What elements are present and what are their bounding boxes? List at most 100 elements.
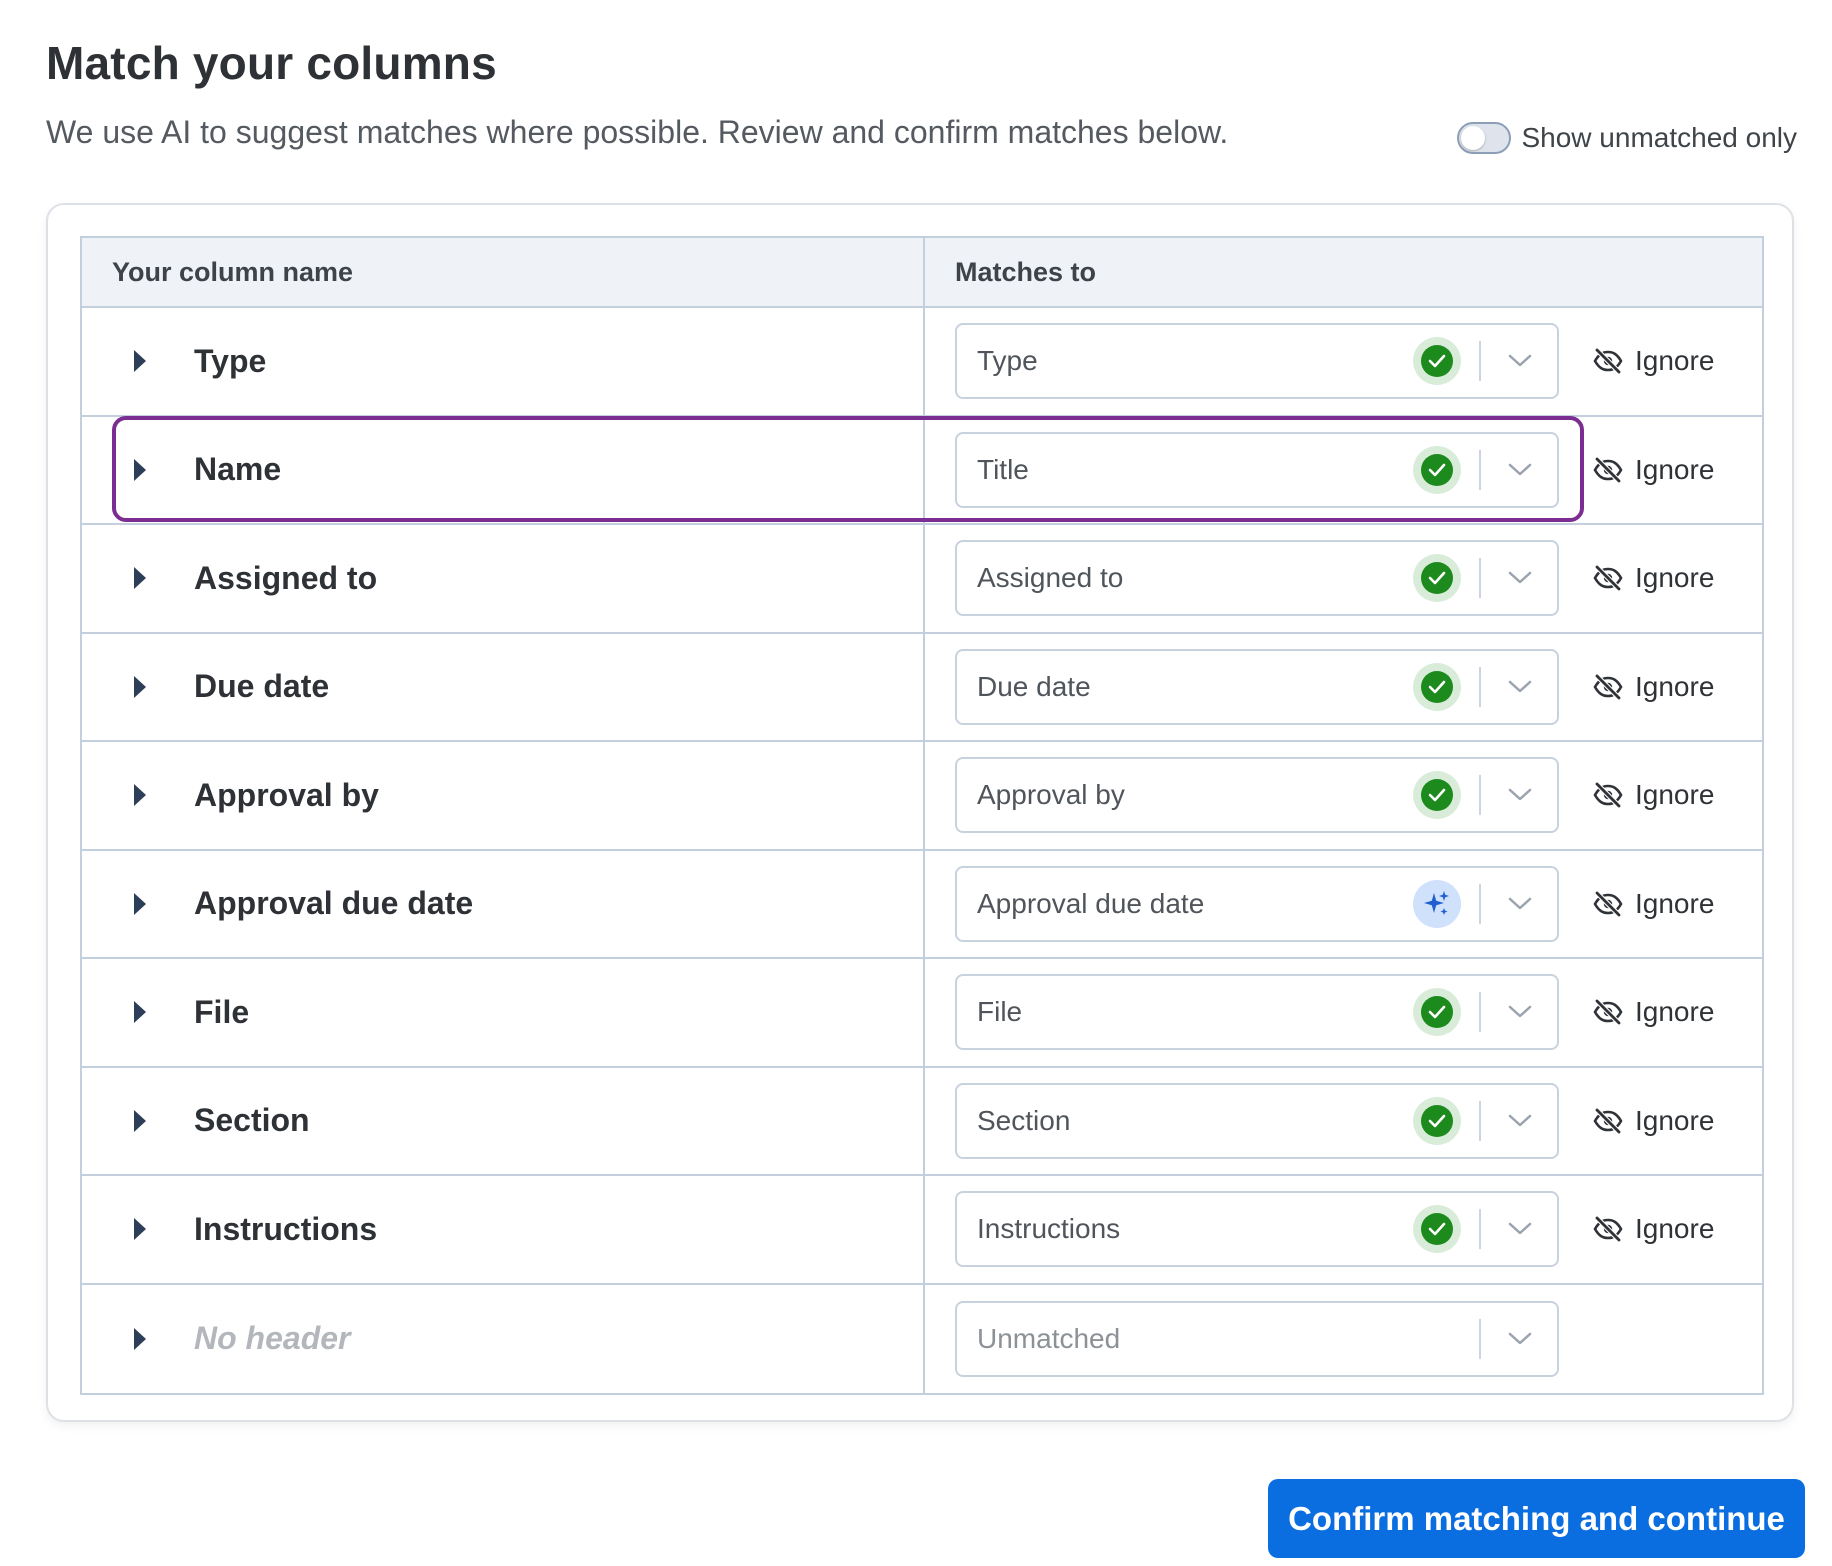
column-name: Section — [194, 1102, 310, 1139]
ignore-button[interactable]: Ignore — [1593, 562, 1714, 594]
eye-slash-icon — [1593, 456, 1623, 483]
match-cell: Type Ignore — [925, 308, 1762, 415]
match-select-value: Unmatched — [977, 1322, 1121, 1354]
match-select[interactable]: File — [955, 974, 1559, 1051]
chevron-down-icon[interactable] — [1505, 568, 1535, 588]
chevron-down-icon[interactable] — [1505, 677, 1535, 697]
column-name: Instructions — [194, 1210, 378, 1247]
match-select[interactable]: Unmatched — [955, 1300, 1559, 1377]
caret-right-icon[interactable] — [134, 675, 146, 698]
match-select[interactable]: Approval by — [955, 757, 1559, 834]
match-cell: Approval by Ignore — [925, 742, 1762, 849]
column-name-cell: Section — [82, 1067, 925, 1174]
select-divider — [1479, 666, 1481, 707]
table-row-2: Name Title Ignore — [82, 416, 1762, 525]
toggle-switch[interactable] — [1457, 122, 1512, 154]
match-cell: Assigned to Ignore — [925, 525, 1762, 632]
caret-right-icon[interactable] — [134, 1327, 146, 1350]
caret-right-icon[interactable] — [134, 1218, 146, 1241]
caret-right-icon[interactable] — [134, 458, 146, 481]
ignore-button[interactable]: Ignore — [1593, 671, 1714, 703]
caret-right-icon[interactable] — [134, 1001, 146, 1024]
chevron-down-icon[interactable] — [1505, 1219, 1535, 1239]
header-matches-to: Matches to — [955, 256, 1097, 287]
caret-right-icon[interactable] — [134, 1109, 146, 1132]
column-name-cell: Name — [82, 416, 925, 523]
match-select[interactable]: Assigned to — [955, 540, 1559, 617]
match-cell: Instructions Ignore — [925, 1176, 1762, 1283]
caret-right-icon[interactable] — [134, 784, 146, 807]
check-circle-icon — [1413, 445, 1461, 494]
ignore-label: Ignore — [1635, 996, 1715, 1028]
ignore-button[interactable]: Ignore — [1593, 345, 1714, 377]
check-circle-icon — [1413, 771, 1461, 820]
ignore-label: Ignore — [1635, 670, 1715, 702]
check-circle-icon — [1413, 1096, 1461, 1145]
eye-slash-icon — [1593, 565, 1623, 592]
table-header: Your column name Matches to — [82, 238, 1762, 308]
chevron-down-icon[interactable] — [1505, 351, 1535, 371]
match-select-value: Section — [977, 1104, 1071, 1136]
match-select[interactable]: Section — [955, 1082, 1559, 1159]
match-select-value: Due date — [977, 670, 1091, 702]
match-select-value: Approval by — [977, 779, 1125, 811]
table-row-7: File File Ignore — [82, 959, 1762, 1068]
column-name-cell: Approval by — [82, 742, 925, 849]
column-name-cell: Instructions — [82, 1176, 925, 1283]
match-select[interactable]: Approval due date — [955, 865, 1559, 942]
match-select-value: Instructions — [977, 1213, 1121, 1245]
match-select[interactable]: Title — [955, 431, 1559, 508]
select-divider — [1479, 775, 1481, 816]
chevron-down-icon[interactable] — [1505, 894, 1535, 914]
column-name-cell: Due date — [82, 633, 925, 740]
select-divider — [1479, 341, 1481, 382]
eye-slash-icon — [1593, 1107, 1623, 1134]
check-circle-icon — [1413, 662, 1461, 711]
match-cell: Section Ignore — [925, 1068, 1762, 1175]
caret-right-icon[interactable] — [134, 567, 146, 590]
eye-slash-icon — [1593, 782, 1623, 809]
table-body: Type Type Ignore Name Title Ignore Assig… — [82, 308, 1762, 1393]
toggle-knob — [1461, 126, 1486, 150]
match-select-value: File — [977, 996, 1023, 1028]
header-your-column-name: Your column name — [82, 238, 925, 306]
ignore-button[interactable]: Ignore — [1593, 1105, 1714, 1137]
ignore-button[interactable]: Ignore — [1593, 779, 1714, 811]
chevron-down-icon[interactable] — [1505, 1002, 1535, 1022]
chevron-down-icon[interactable] — [1505, 1111, 1535, 1131]
ignore-label: Ignore — [1635, 1213, 1715, 1245]
match-cell: Title Ignore — [925, 417, 1762, 524]
check-circle-icon — [1413, 554, 1461, 603]
ignore-button[interactable]: Ignore — [1593, 1213, 1714, 1245]
chevron-down-icon[interactable] — [1505, 460, 1535, 480]
column-name: Approval due date — [194, 885, 474, 922]
column-name: File — [194, 993, 250, 1030]
column-name: Approval by — [194, 776, 379, 813]
caret-right-icon[interactable] — [134, 892, 146, 915]
column-name-cell: Type — [82, 308, 925, 415]
ignore-label: Ignore — [1635, 345, 1715, 377]
confirm-matching-button[interactable]: Confirm matching and continue — [1268, 1479, 1805, 1558]
show-unmatched-toggle[interactable]: Show unmatched only — [1457, 122, 1797, 154]
ignore-button[interactable]: Ignore — [1593, 888, 1714, 920]
eye-slash-icon — [1593, 999, 1623, 1026]
column-name: Name — [194, 451, 282, 488]
check-circle-icon — [1413, 337, 1461, 386]
table-row-1: Type Type Ignore — [82, 308, 1762, 417]
column-matching-table: Your column name Matches to Type Type Ig… — [80, 236, 1764, 1395]
eye-slash-icon — [1593, 890, 1623, 917]
select-divider — [1479, 558, 1481, 599]
chevron-down-icon[interactable] — [1505, 1329, 1535, 1349]
chevron-down-icon[interactable] — [1505, 785, 1535, 805]
eye-slash-icon — [1593, 348, 1623, 375]
caret-right-icon[interactable] — [134, 350, 146, 373]
match-select[interactable]: Type — [955, 323, 1559, 400]
ignore-button[interactable]: Ignore — [1593, 454, 1714, 486]
table-row-6: Approval due date Approval due date Igno… — [82, 850, 1762, 959]
ignore-button[interactable]: Ignore — [1593, 996, 1714, 1028]
match-select[interactable]: Due date — [955, 648, 1559, 725]
match-select[interactable]: Instructions — [955, 1191, 1559, 1268]
table-row-3: Assigned to Assigned to Ignore — [82, 525, 1762, 634]
match-select-value: Approval due date — [977, 887, 1205, 919]
table-row-10: No header Unmatched — [82, 1284, 1762, 1393]
